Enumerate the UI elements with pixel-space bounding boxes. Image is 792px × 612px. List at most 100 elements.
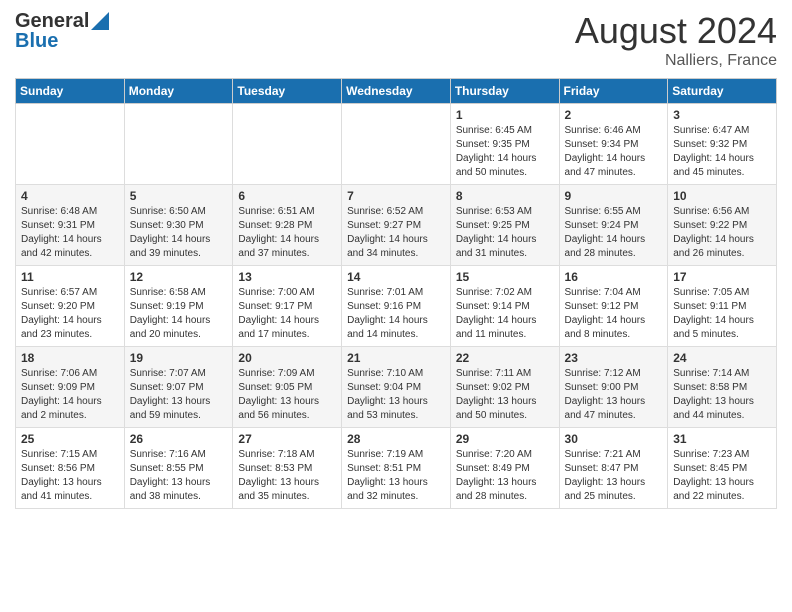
table-cell: 27Sunrise: 7:18 AMSunset: 8:53 PMDayligh… — [233, 428, 342, 509]
day-info: Sunrise: 6:50 AMSunset: 9:30 PMDaylight:… — [130, 205, 228, 261]
table-row: 4 Sunrise: 6:48 AMSunset: 9:31 PMDaylight… — [16, 185, 777, 266]
table-cell: 1 Sunrise: 6:45 AMSunset: 9:35 PMDaylight… — [450, 104, 559, 185]
day-number: 1 — [456, 108, 554, 122]
day-number: 16 — [565, 270, 663, 284]
table-cell: 7Sunrise: 6:52 AMSunset: 9:27 PMDaylight… — [342, 185, 451, 266]
title-block: August 2024 Nalliers, France — [575, 10, 777, 70]
header-row: Sunday Monday Tuesday Wednesday Thursday… — [16, 79, 777, 104]
day-info: Sunrise: 6:46 AMSunset: 9:34 PMDaylight:… — [565, 124, 663, 180]
table-cell: 4 Sunrise: 6:48 AMSunset: 9:31 PMDaylight… — [16, 185, 125, 266]
day-info: Sunrise: 6:45 AMSunset: 9:35 PMDaylight:… — [456, 124, 554, 180]
day-info: Sunrise: 7:19 AMSunset: 8:51 PMDaylight:… — [347, 448, 445, 504]
day-info: Sunrise: 6:48 AMSunset: 9:31 PMDaylight:… — [21, 205, 119, 261]
day-number: 23 — [565, 351, 663, 365]
table-cell: 8 Sunrise: 6:53 AMSunset: 9:25 PMDaylight… — [450, 185, 559, 266]
day-number: 9 — [565, 189, 663, 203]
logo-general-text: General — [15, 10, 89, 32]
day-info: Sunrise: 6:57 AMSunset: 9:20 PMDaylight:… — [21, 286, 119, 342]
day-info: Sunrise: 7:21 AMSunset: 8:47 PMDaylight:… — [565, 448, 663, 504]
table-cell: 19 Sunrise: 7:07 AMSunset: 9:07 PMDayligh… — [124, 347, 233, 428]
day-number: 17 — [673, 270, 771, 284]
table-cell: 28 Sunrise: 7:19 AMSunset: 8:51 PMDayligh… — [342, 428, 451, 509]
col-saturday: Saturday — [668, 79, 777, 104]
table-cell: 5 Sunrise: 6:50 AMSunset: 9:30 PMDaylight… — [124, 185, 233, 266]
day-number: 21 — [347, 351, 445, 365]
table-cell: 25 Sunrise: 7:15 AMSunset: 8:56 PMDayligh… — [16, 428, 125, 509]
page: General Blue August 2024 Nalliers, Franc… — [0, 0, 792, 612]
col-monday: Monday — [124, 79, 233, 104]
table-cell: 22 Sunrise: 7:11 AMSunset: 9:02 PMDayligh… — [450, 347, 559, 428]
table-cell — [342, 104, 451, 185]
day-number: 28 — [347, 432, 445, 446]
day-number: 15 — [456, 270, 554, 284]
table-cell: 3 Sunrise: 6:47 AMSunset: 9:32 PMDaylight… — [668, 104, 777, 185]
day-info: Sunrise: 7:02 AMSunset: 9:14 PMDaylight:… — [456, 286, 554, 342]
day-info: Sunrise: 7:09 AMSunset: 9:05 PMDaylight:… — [238, 367, 336, 423]
day-number: 3 — [673, 108, 771, 122]
day-number: 30 — [565, 432, 663, 446]
day-number: 22 — [456, 351, 554, 365]
table-cell: 18 Sunrise: 7:06 AMSunset: 9:09 PMDayligh… — [16, 347, 125, 428]
table-cell: 20 Sunrise: 7:09 AMSunset: 9:05 PMDayligh… — [233, 347, 342, 428]
table-row: 1 Sunrise: 6:45 AMSunset: 9:35 PMDaylight… — [16, 104, 777, 185]
day-number: 11 — [21, 270, 119, 284]
table-row: 25 Sunrise: 7:15 AMSunset: 8:56 PMDayligh… — [16, 428, 777, 509]
table-cell — [233, 104, 342, 185]
day-number: 25 — [21, 432, 119, 446]
day-info: Sunrise: 7:16 AMSunset: 8:55 PMDaylight:… — [130, 448, 228, 504]
day-number: 14 — [347, 270, 445, 284]
col-sunday: Sunday — [16, 79, 125, 104]
day-info: Sunrise: 7:11 AMSunset: 9:02 PMDaylight:… — [456, 367, 554, 423]
day-number: 18 — [21, 351, 119, 365]
day-number: 10 — [673, 189, 771, 203]
day-number: 19 — [130, 351, 228, 365]
table-cell: 9 Sunrise: 6:55 AMSunset: 9:24 PMDaylight… — [559, 185, 668, 266]
day-info: Sunrise: 7:06 AMSunset: 9:09 PMDaylight:… — [21, 367, 119, 423]
day-number: 13 — [238, 270, 336, 284]
table-cell: 14Sunrise: 7:01 AMSunset: 9:16 PMDayligh… — [342, 266, 451, 347]
day-info: Sunrise: 7:14 AMSunset: 8:58 PMDaylight:… — [673, 367, 771, 423]
day-info: Sunrise: 6:55 AMSunset: 9:24 PMDaylight:… — [565, 205, 663, 261]
table-cell: 30 Sunrise: 7:21 AMSunset: 8:47 PMDayligh… — [559, 428, 668, 509]
table-cell: 15 Sunrise: 7:02 AMSunset: 9:14 PMDayligh… — [450, 266, 559, 347]
table-cell: 13 Sunrise: 7:00 AMSunset: 9:17 PMDayligh… — [233, 266, 342, 347]
col-wednesday: Wednesday — [342, 79, 451, 104]
day-info: Sunrise: 7:05 AMSunset: 9:11 PMDaylight:… — [673, 286, 771, 342]
day-number: 4 — [21, 189, 119, 203]
logo-icon — [91, 12, 109, 30]
day-number: 6 — [238, 189, 336, 203]
col-tuesday: Tuesday — [233, 79, 342, 104]
table-cell: 6 Sunrise: 6:51 AMSunset: 9:28 PMDaylight… — [233, 185, 342, 266]
logo-blue-text: Blue — [15, 30, 109, 52]
day-info: Sunrise: 7:07 AMSunset: 9:07 PMDaylight:… — [130, 367, 228, 423]
table-cell: 29Sunrise: 7:20 AMSunset: 8:49 PMDayligh… — [450, 428, 559, 509]
day-info: Sunrise: 6:47 AMSunset: 9:32 PMDaylight:… — [673, 124, 771, 180]
table-cell: 31Sunrise: 7:23 AMSunset: 8:45 PMDayligh… — [668, 428, 777, 509]
day-number: 2 — [565, 108, 663, 122]
day-number: 20 — [238, 351, 336, 365]
table-cell: 23Sunrise: 7:12 AMSunset: 9:00 PMDayligh… — [559, 347, 668, 428]
day-info: Sunrise: 6:51 AMSunset: 9:28 PMDaylight:… — [238, 205, 336, 261]
day-number: 24 — [673, 351, 771, 365]
day-number: 7 — [347, 189, 445, 203]
table-cell — [124, 104, 233, 185]
day-info: Sunrise: 7:10 AMSunset: 9:04 PMDaylight:… — [347, 367, 445, 423]
table-cell: 16Sunrise: 7:04 AMSunset: 9:12 PMDayligh… — [559, 266, 668, 347]
day-number: 8 — [456, 189, 554, 203]
day-info: Sunrise: 7:00 AMSunset: 9:17 PMDaylight:… — [238, 286, 336, 342]
table-cell: 10Sunrise: 6:56 AMSunset: 9:22 PMDayligh… — [668, 185, 777, 266]
table-row: 11 Sunrise: 6:57 AMSunset: 9:20 PMDayligh… — [16, 266, 777, 347]
month-year: August 2024 — [575, 10, 777, 52]
col-friday: Friday — [559, 79, 668, 104]
header: General Blue August 2024 Nalliers, Franc… — [15, 10, 777, 70]
day-info: Sunrise: 7:15 AMSunset: 8:56 PMDaylight:… — [21, 448, 119, 504]
location: Nalliers, France — [575, 52, 777, 70]
col-thursday: Thursday — [450, 79, 559, 104]
table-cell: 21 Sunrise: 7:10 AMSunset: 9:04 PMDayligh… — [342, 347, 451, 428]
table-cell: 26Sunrise: 7:16 AMSunset: 8:55 PMDayligh… — [124, 428, 233, 509]
day-info: Sunrise: 7:23 AMSunset: 8:45 PMDaylight:… — [673, 448, 771, 504]
day-info: Sunrise: 6:58 AMSunset: 9:19 PMDaylight:… — [130, 286, 228, 342]
day-info: Sunrise: 6:53 AMSunset: 9:25 PMDaylight:… — [456, 205, 554, 261]
table-row: 18 Sunrise: 7:06 AMSunset: 9:09 PMDayligh… — [16, 347, 777, 428]
day-number: 5 — [130, 189, 228, 203]
